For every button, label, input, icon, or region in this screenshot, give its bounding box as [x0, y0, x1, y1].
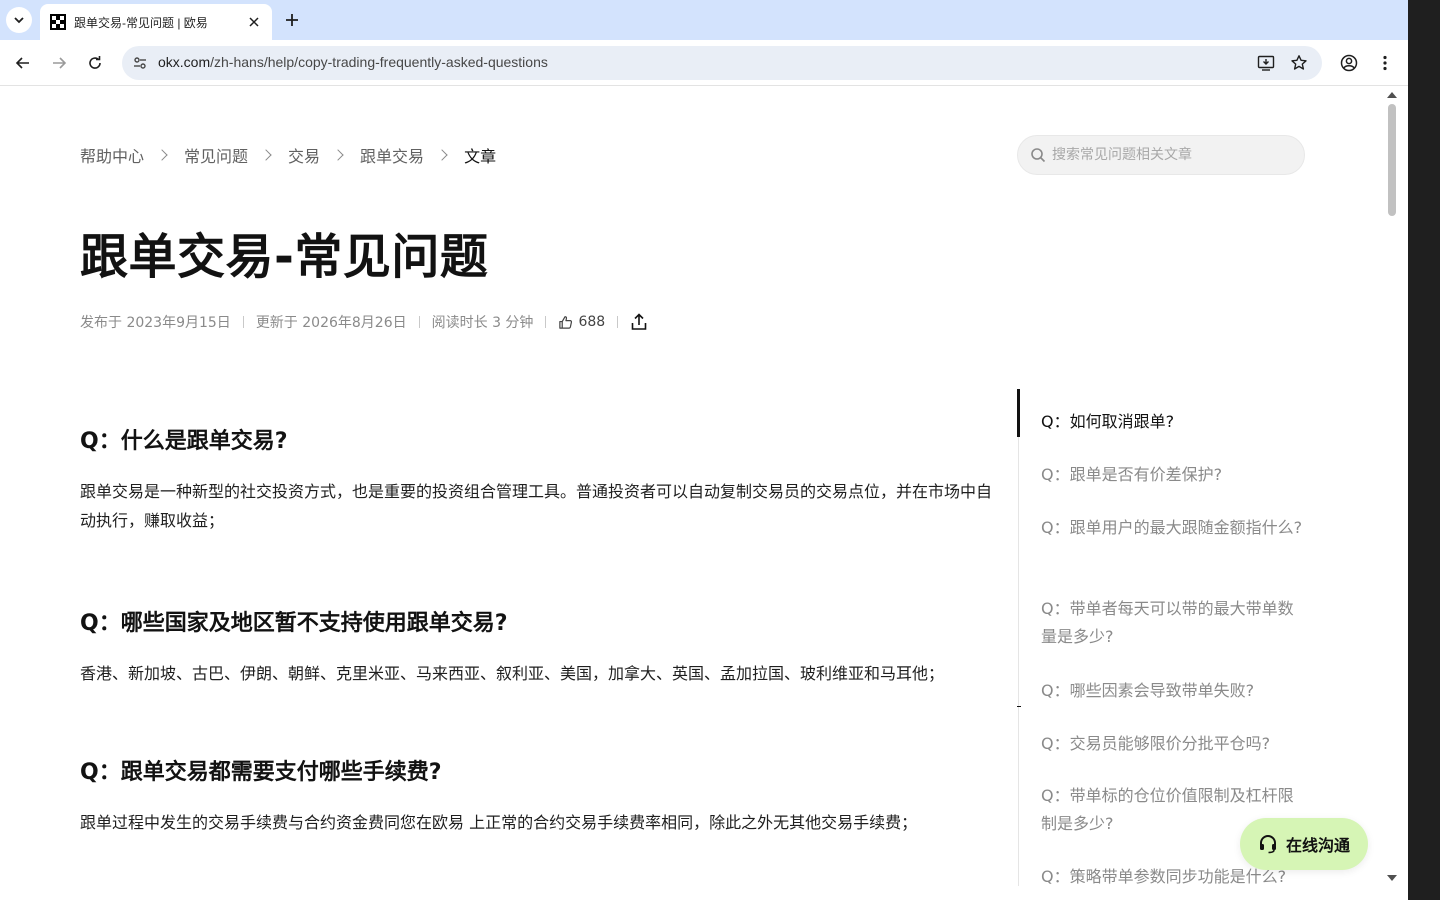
- answer-text: 香港、新加坡、古巴、伊朗、朝鲜、克里米亚、马来西亚、叙利亚、美国，加拿大、英国、…: [80, 664, 945, 683]
- toc-scroll-marker: [1017, 706, 1021, 707]
- breadcrumb-help-center[interactable]: 帮助中心: [80, 143, 144, 167]
- plus-icon: [286, 14, 298, 26]
- toc-item[interactable]: Q：如何取消跟单?: [1041, 408, 1303, 436]
- breadcrumb-copy-trading[interactable]: 跟单交易: [360, 143, 424, 167]
- updated-date: 更新于 2026年8月26日: [255, 315, 407, 331]
- read-time: 阅读时长 3 分钟: [431, 315, 534, 331]
- breadcrumb-trading[interactable]: 交易: [288, 143, 320, 167]
- tab-search-button[interactable]: [6, 7, 32, 33]
- breadcrumb-faq[interactable]: 常见问题: [184, 143, 248, 167]
- meta-divider: [617, 316, 619, 328]
- browser-tabstrip: 跟单交易-常见问题 | 欧易: [0, 0, 1408, 40]
- faq-section: Q：哪些国家及地区暂不支持使用跟单交易? 香港、新加坡、古巴、伊朗、朝鲜、克里米…: [80, 605, 1000, 688]
- toc-item[interactable]: Q：交易员能够限价分批平仓吗?: [1041, 730, 1303, 758]
- toc-active-indicator: [1017, 389, 1020, 437]
- url-path: /zh-hans/help/copy-trading-frequently-as…: [210, 54, 548, 70]
- published-date: 发布于 2023年9月15日: [80, 315, 231, 331]
- arrow-left-icon: [15, 57, 29, 69]
- tab-close-icon[interactable]: [246, 14, 262, 30]
- scroll-down-arrow-icon[interactable]: [1387, 875, 1397, 881]
- browser-menu-button[interactable]: [1372, 50, 1398, 76]
- chat-label: 在线沟通: [1285, 836, 1350, 855]
- new-tab-button[interactable]: [280, 8, 304, 32]
- article-meta: 发布于 2023年9月15日 更新于 2026年8月26日 阅读时长 3 分钟 …: [80, 312, 648, 332]
- like-count: 688: [578, 314, 606, 330]
- question-heading: Q：什么是跟单交易?: [80, 429, 288, 454]
- search-input[interactable]: [1052, 136, 1292, 174]
- meta-divider: [545, 316, 547, 328]
- more-vertical-icon: [1383, 55, 1387, 71]
- profile-button[interactable]: [1336, 50, 1362, 76]
- browser-tab-active[interactable]: 跟单交易-常见问题 | 欧易: [40, 4, 272, 40]
- like-button[interactable]: 688: [558, 314, 605, 330]
- share-button[interactable]: [630, 313, 648, 331]
- meta-divider: [242, 316, 244, 328]
- url-host: okx.com: [158, 54, 211, 70]
- toc-item[interactable]: Q：带单者每天可以带的最大带单数量是多少?: [1041, 595, 1303, 651]
- chevron-right-icon: [436, 149, 448, 161]
- page-scrollbar[interactable]: [1383, 87, 1400, 886]
- toc-item[interactable]: Q：跟单用户的最大跟随金额指什么?: [1041, 514, 1303, 542]
- share-icon: [631, 313, 647, 330]
- reload-button[interactable]: [82, 50, 108, 76]
- browser-toolbar: okx.com/zh-hans/help/copy-trading-freque…: [0, 40, 1408, 86]
- faq-section: Q：跟单交易都需要支付哪些手续费? 跟单过程中发生的交易手续费与合约资金费同您在…: [80, 754, 1000, 837]
- site-info-icon[interactable]: [130, 53, 150, 73]
- toc-item[interactable]: Q：跟单是否有价差保护?: [1041, 461, 1303, 489]
- okx-favicon-icon: [50, 14, 66, 30]
- table-of-contents: Q：如何取消跟单? Q：跟单是否有价差保护? Q：跟单用户的最大跟随金额指什么?…: [1017, 389, 1317, 886]
- arrow-right-icon: [53, 57, 67, 69]
- answer-text: 跟单过程中发生的交易手续费与合约资金费同您在欧易 上正常的合约交易手续费率相同，…: [80, 813, 918, 832]
- back-button[interactable]: [10, 50, 36, 76]
- toc-track: [1018, 389, 1019, 886]
- chevron-right-icon: [332, 149, 344, 161]
- scroll-up-arrow-icon[interactable]: [1387, 92, 1397, 98]
- faq-section: Q：什么是跟单交易? 跟单交易是一种新型的社交投资方式，也是重要的投资组合管理工…: [80, 423, 1000, 535]
- reload-icon: [89, 56, 101, 69]
- page-title: 跟单交易-常见问题: [80, 229, 489, 285]
- online-chat-button[interactable]: 在线沟通: [1240, 818, 1368, 870]
- window-bottom-edge: [0, 886, 1408, 900]
- install-app-icon[interactable]: [1256, 53, 1276, 73]
- chevron-down-icon: [14, 17, 24, 24]
- help-article-page: 帮助中心 常见问题 交易 跟单交易 文章 跟单交易-常见问题 发布于 2023年…: [0, 87, 1383, 886]
- profile-icon: [1340, 54, 1358, 72]
- desktop-edge: [1408, 0, 1440, 900]
- search-icon: [1031, 148, 1046, 163]
- url-text: okx.com/zh-hans/help/copy-trading-freque…: [158, 54, 548, 70]
- meta-divider: [418, 316, 420, 328]
- question-heading: Q：跟单交易都需要支付哪些手续费?: [80, 760, 442, 785]
- scroll-thumb[interactable]: [1388, 104, 1396, 216]
- article-body: Q：什么是跟单交易? 跟单交易是一种新型的社交投资方式，也是重要的投资组合管理工…: [80, 423, 1000, 837]
- headset-icon: [1259, 835, 1276, 854]
- thumbs-up-icon: [559, 315, 573, 329]
- faq-search[interactable]: [1017, 135, 1305, 175]
- breadcrumb: 帮助中心 常见问题 交易 跟单交易 文章: [80, 143, 496, 167]
- breadcrumb-article: 文章: [464, 147, 497, 166]
- tab-title: 跟单交易-常见问题 | 欧易: [74, 15, 208, 30]
- bookmark-star-icon[interactable]: [1289, 53, 1309, 73]
- chevron-right-icon: [156, 149, 168, 161]
- toc-item[interactable]: Q：哪些因素会导致带单失败?: [1041, 677, 1303, 705]
- address-bar[interactable]: okx.com/zh-hans/help/copy-trading-freque…: [122, 46, 1322, 80]
- question-heading: Q：哪些国家及地区暂不支持使用跟单交易?: [80, 611, 508, 636]
- forward-button[interactable]: [46, 50, 72, 76]
- chevron-right-icon: [260, 149, 272, 161]
- answer-text: 跟单交易是一种新型的社交投资方式，也是重要的投资组合管理工具。普通投资者可以自动…: [80, 482, 993, 530]
